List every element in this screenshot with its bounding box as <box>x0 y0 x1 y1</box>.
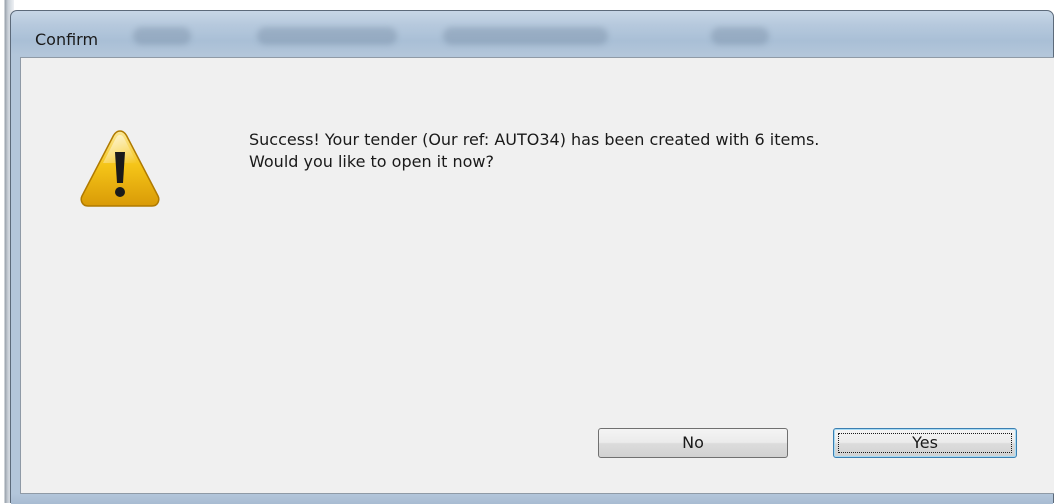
message-line: Success! Your tender (Our ref: AUTO34) h… <box>249 130 820 149</box>
dialog-title: Confirm <box>35 30 99 49</box>
confirm-dialog: Confirm Success! Your tender (Our ref: A… <box>10 10 1054 504</box>
dialog-body: Success! Your tender (Our ref: AUTO34) h… <box>20 57 1054 494</box>
background-blurred-tab <box>711 27 769 45</box>
no-button[interactable]: No <box>598 428 788 458</box>
yes-button[interactable]: Yes <box>833 428 1017 458</box>
background-blurred-tab <box>257 27 397 45</box>
dialog-message: Success! Your tender (Our ref: AUTO34) h… <box>249 129 819 173</box>
background-blurred-tab <box>443 27 608 45</box>
warning-icon <box>80 130 160 207</box>
message-line: Would you like to open it now? <box>249 152 494 171</box>
background-blurred-tab <box>133 27 191 45</box>
yes-button-label: Yes <box>912 433 938 452</box>
no-button-label: No <box>682 433 704 452</box>
dialog-titlebar[interactable]: Confirm <box>11 11 1053 57</box>
